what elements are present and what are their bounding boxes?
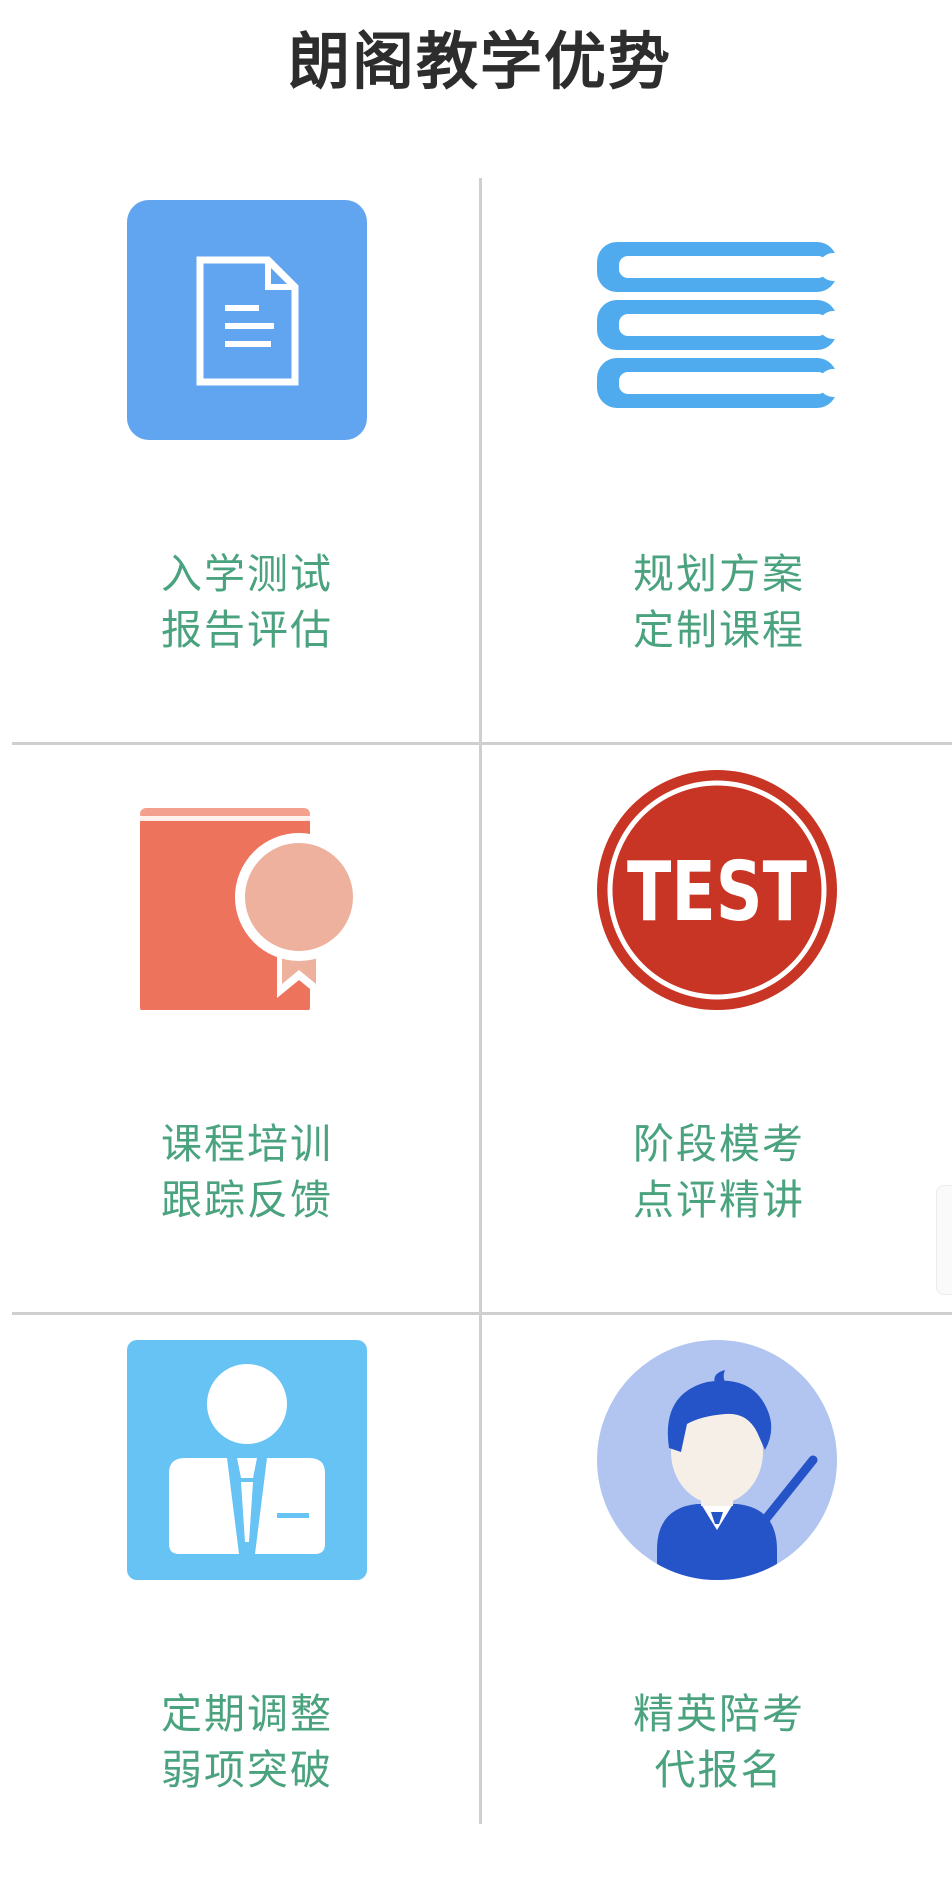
- advantage-label-line1: 阶段模考: [633, 1120, 805, 1168]
- advantage-label: 入学测试 报告评估: [10, 546, 484, 658]
- certificate-book-icon: [127, 770, 367, 1010]
- advantage-card-entrance-test[interactable]: 入学测试 报告评估: [10, 178, 480, 748]
- test-badge-icon: TEST: [597, 770, 837, 1010]
- advantage-label: 课程培训 跟踪反馈: [10, 1116, 484, 1228]
- page-title: 朗阁教学优势: [287, 25, 672, 98]
- advantage-label-line2: 定制课程: [633, 606, 805, 654]
- advantage-card-mock-exam[interactable]: TEST 阶段模考 点评精讲: [482, 748, 952, 1318]
- advantage-card-course-training[interactable]: 课程培训 跟踪反馈: [10, 748, 480, 1318]
- advantage-label-line1: 入学测试: [161, 550, 333, 598]
- advantage-card-exam-companion[interactable]: 精英陪考 代报名: [482, 1318, 952, 1888]
- advantage-label-line2: 弱项突破: [161, 1746, 333, 1794]
- advantage-card-custom-plan[interactable]: 规划方案 定制课程: [482, 178, 952, 748]
- advantage-label: 精英陪考 代报名: [482, 1686, 952, 1798]
- advantage-label: 规划方案 定制课程: [482, 546, 952, 658]
- advantage-label-line1: 定期调整: [161, 1690, 333, 1738]
- advantage-label: 阶段模考 点评精讲: [482, 1116, 952, 1228]
- book-stack-icon: [597, 200, 837, 440]
- teacher-icon: [597, 1340, 837, 1580]
- test-badge-text: TEST: [627, 845, 807, 940]
- advantage-label-line2: 点评精讲: [633, 1176, 805, 1224]
- document-icon: [127, 200, 367, 440]
- advantage-label-line1: 课程培训: [161, 1120, 333, 1168]
- advantage-label-line1: 精英陪考: [633, 1690, 805, 1738]
- advantage-label-line2: 代报名: [654, 1746, 784, 1794]
- advantage-card-weakness-breakthrough[interactable]: 定期调整 弱项突破: [10, 1318, 480, 1888]
- advantage-label-line1: 规划方案: [633, 550, 805, 598]
- businessman-icon: [127, 1340, 367, 1580]
- advantage-label: 定期调整 弱项突破: [10, 1686, 484, 1798]
- advantage-label-line2: 跟踪反馈: [161, 1176, 333, 1224]
- advantage-label-line2: 报告评估: [161, 606, 333, 654]
